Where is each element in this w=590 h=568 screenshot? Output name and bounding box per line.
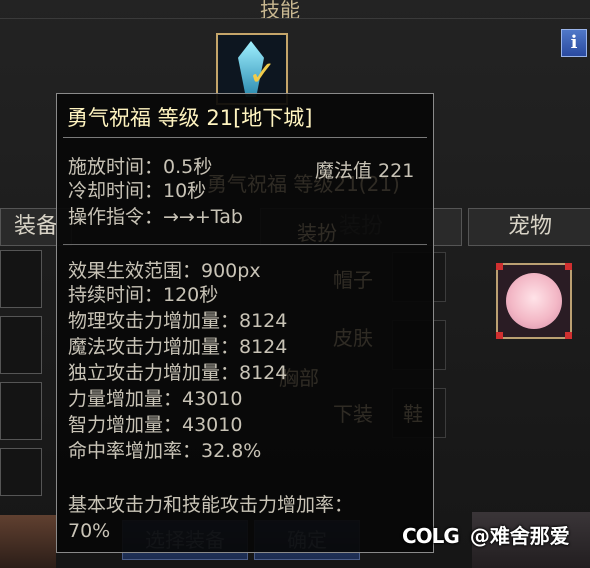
equip-slot[interactable] <box>0 382 42 440</box>
pet-slot[interactable] <box>496 263 572 339</box>
ghost-slot-hat: 帽子 <box>333 268 373 292</box>
ghost-tab-dress: 装扮 <box>297 221 337 245</box>
skill-tooltip: 勇气祝福 等级21(21) 装扮 帽子 胸部 皮肤 下装 鞋 勇气祝福 等级 2… <box>56 93 434 553</box>
equip-slot[interactable] <box>0 448 42 496</box>
title-divider <box>0 18 590 19</box>
info-button[interactable]: i <box>561 29 587 57</box>
frame-corner <box>496 263 503 270</box>
tab-pet[interactable]: 宠物 <box>468 208 590 246</box>
mp-cost: 魔法值 221 <box>315 160 415 182</box>
watermark-user: @难舍那爱 <box>469 524 570 548</box>
effect-line: 命中率增加率：32.8% <box>68 440 262 462</box>
window-title: 技能 <box>260 0 300 22</box>
watermark: COLG @难舍那爱 <box>402 520 570 549</box>
equip-slot[interactable] <box>0 316 42 374</box>
equipment-slots <box>0 250 50 510</box>
effect-line: 独立攻击力增加量：8124 <box>68 362 288 384</box>
tooltip-title: 勇气祝福 等级 21[地下城] <box>67 106 313 130</box>
cooldown: 冷却时间：10秒 <box>68 180 207 202</box>
background-art <box>0 515 56 568</box>
ghost-slot-pants: 下装 <box>333 402 373 426</box>
effect-line: 力量增加量：43010 <box>68 388 243 410</box>
cast-time: 施放时间：0.5秒 <box>68 156 213 178</box>
frame-corner <box>565 263 572 270</box>
checkmark-icon: ✓ <box>248 54 277 94</box>
frame-corner <box>565 332 572 339</box>
ghost-slot-skin: 皮肤 <box>333 326 373 350</box>
colg-logo: COLG <box>402 524 460 548</box>
bonus-line: 基本攻击力和技能攻击力增加率： <box>68 494 354 516</box>
bonus-value: 70% <box>68 520 111 542</box>
effect-line: 效果生效范围：900px <box>68 260 261 282</box>
effect-line: 智力增加量：43010 <box>68 414 243 436</box>
ghost-slot-shoes: 鞋 <box>403 402 423 426</box>
pet-portrait-icon <box>506 273 562 329</box>
equip-slot[interactable] <box>0 250 42 308</box>
frame-corner <box>496 332 503 339</box>
tooltip-divider <box>63 244 427 245</box>
effect-line: 魔法攻击力增加量：8124 <box>68 336 288 358</box>
effect-line: 持续时间：120秒 <box>68 284 219 306</box>
command: 操作指令：→→+Tab <box>68 206 243 228</box>
effect-line: 物理攻击力增加量：8124 <box>68 310 288 332</box>
tooltip-divider <box>63 137 427 138</box>
